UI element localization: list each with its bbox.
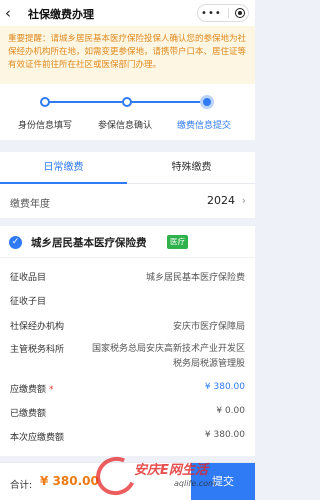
- tab-special-payment[interactable]: 特殊缴费: [128, 152, 255, 184]
- year-value: 2024: [207, 194, 235, 207]
- total-label: 合计:: [10, 480, 33, 491]
- important-notice: 重要提醒：请城乡居民基本医疗保险投保人确认您的参保地为社保经办机构所在地，如需变…: [0, 26, 255, 84]
- row-value: ¥ 0.00: [216, 406, 245, 416]
- step-connector: [127, 101, 207, 103]
- chevron-right-icon: ›: [241, 194, 246, 207]
- row-key: 征收子目: [10, 297, 47, 307]
- step-dot: [122, 97, 132, 107]
- payment-year-selector[interactable]: 缴费年度 2024 ›: [0, 184, 255, 218]
- step-dot: [40, 97, 50, 107]
- capsule-divider: [227, 8, 229, 18]
- page-title: 社保缴费办理: [28, 8, 94, 21]
- chevron-left-icon[interactable]: ‹: [5, 5, 19, 21]
- more-dots-icon[interactable]: •••: [201, 8, 222, 19]
- row-value: ¥ 380.00: [204, 430, 245, 440]
- row-key: 征收品目: [10, 273, 47, 283]
- title-bar: ‹ 社保缴费办理 •••: [0, 0, 255, 26]
- total-amount: ¥ 380.00: [40, 474, 99, 488]
- row-key: 主管税务科所: [10, 345, 65, 355]
- row-value: 安庆市医疗保障局: [172, 322, 245, 332]
- step-dot-active: [200, 95, 214, 109]
- progress-steps: 身份信息填写 参保信息确认 缴费信息提交: [0, 84, 255, 140]
- card-header[interactable]: ✓ 城乡居民基本医疗保险费 医疗: [0, 226, 255, 258]
- target-icon[interactable]: [234, 8, 245, 18]
- row-value: ¥ 380.00: [204, 382, 245, 392]
- required-mark: *: [49, 385, 54, 395]
- insurance-item-card: ✓ 城乡居民基本医疗保险费 医疗 征收品目 城乡居民基本医疗保险费 征收子目 社…: [0, 226, 255, 456]
- payment-tabs: 日常缴费 特殊缴费: [0, 152, 255, 184]
- card-title: 城乡居民基本医疗保险费: [31, 237, 147, 249]
- step-label-payment: 缴费信息提交: [177, 121, 232, 131]
- row-key: 已缴费额: [10, 409, 47, 419]
- row-value: 城乡居民基本医疗保险费: [145, 273, 245, 283]
- row-key: 应缴费额 *: [10, 382, 54, 395]
- step-connector: [45, 101, 127, 103]
- step-label-identity: 身份信息填写: [18, 121, 73, 131]
- row-value: 国家税务总局安庆高新技术产业开发区税务局税源管理股: [91, 344, 245, 369]
- row-key-text: 应缴费额: [10, 385, 47, 395]
- bottom-bar: 合计: ¥ 380.00 提交: [0, 462, 255, 500]
- row-key: 社保经办机构: [10, 322, 65, 332]
- year-label: 缴费年度: [10, 199, 50, 210]
- mini-program-capsule: •••: [197, 4, 249, 22]
- medical-tag: 医疗: [167, 235, 188, 249]
- row-key: 本次应缴费额: [10, 433, 65, 443]
- submit-button[interactable]: 提交: [191, 463, 255, 500]
- checkmark-icon[interactable]: ✓: [9, 236, 22, 249]
- step-label-insurance: 参保信息确认: [98, 121, 153, 131]
- tab-daily-payment[interactable]: 日常缴费: [0, 152, 127, 184]
